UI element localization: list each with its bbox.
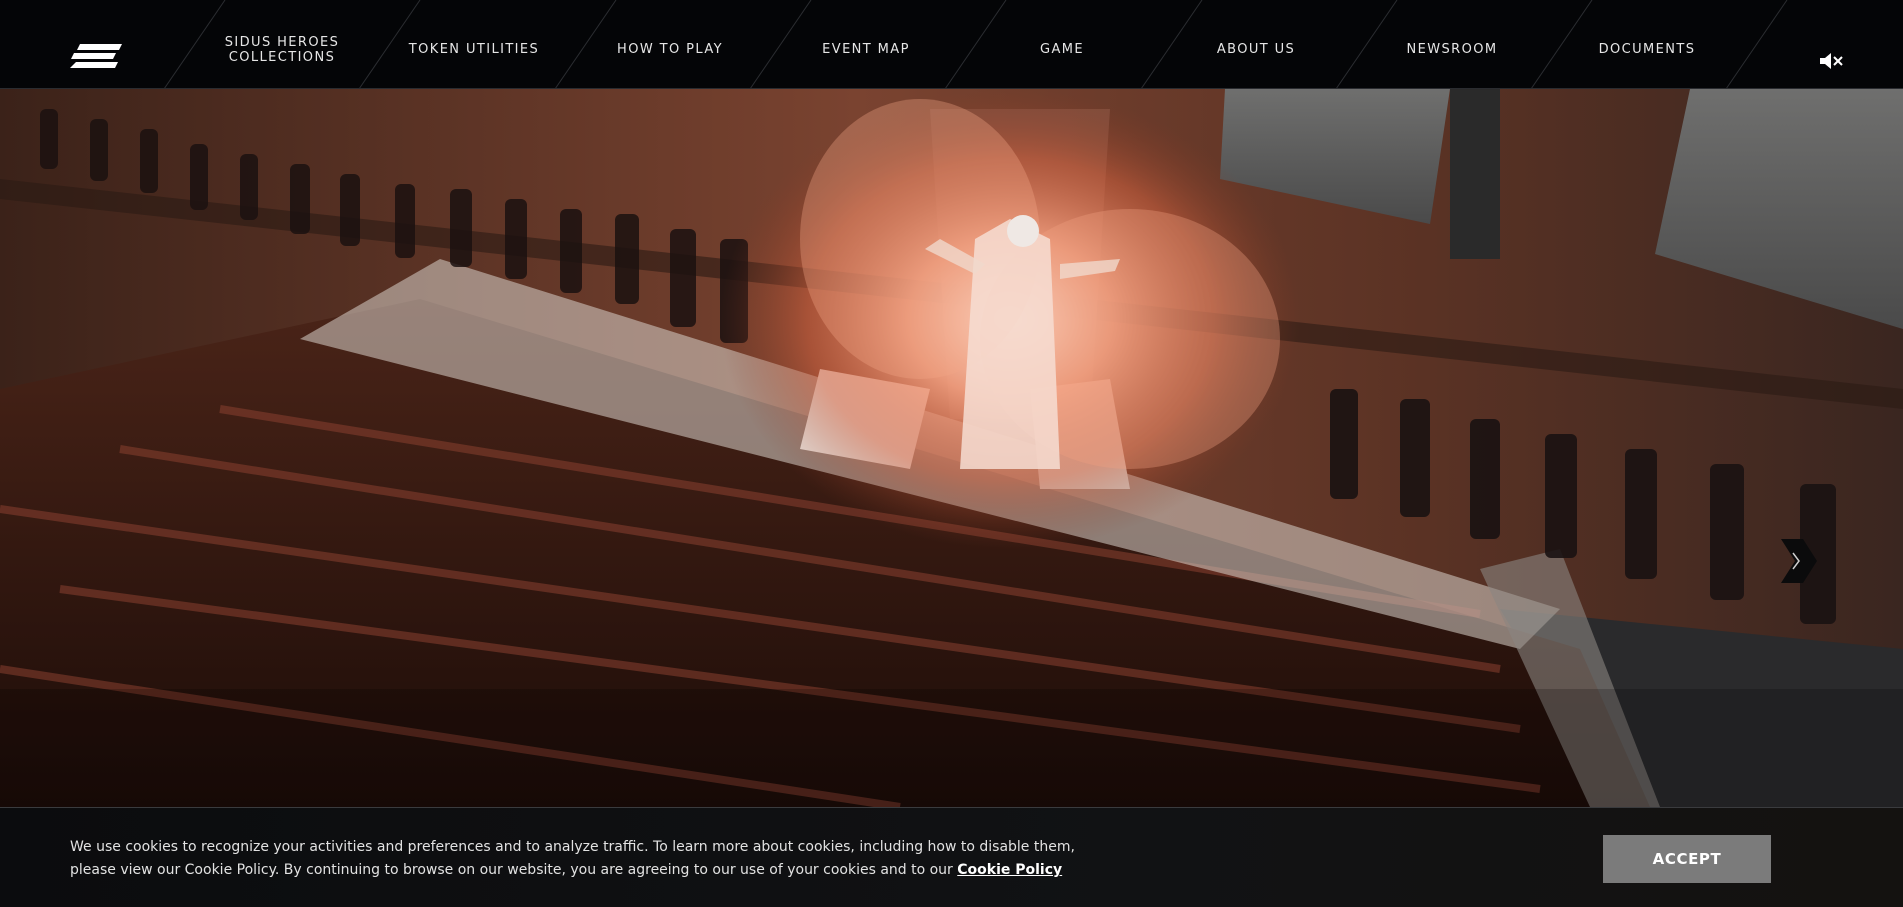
nav-sidus-heroes-collections[interactable]: SIDUS HEROES COLLECTIONS bbox=[196, 0, 368, 89]
nav-token-utilities[interactable]: TOKEN UTILITIES bbox=[389, 0, 559, 89]
site-header: SIDUS HEROES COLLECTIONS TOKEN UTILITIES… bbox=[0, 0, 1903, 89]
nav-how-to-play[interactable]: HOW TO PLAY bbox=[585, 0, 755, 89]
hero-scene-image bbox=[0, 89, 1903, 807]
cookie-policy-link[interactable]: Cookie Policy bbox=[957, 862, 1062, 878]
nav-label: EVENT MAP bbox=[822, 42, 910, 57]
nav-about-us[interactable]: ABOUT US bbox=[1171, 0, 1341, 89]
nav-label: GAME bbox=[1040, 42, 1084, 57]
site-logo[interactable] bbox=[70, 44, 122, 68]
nav-label: ABOUT US bbox=[1216, 42, 1296, 57]
nav-documents[interactable]: DOCUMENTS bbox=[1562, 0, 1732, 89]
nav-label: SIDUS HEROES COLLECTIONS bbox=[224, 34, 340, 65]
cookie-banner: We use cookies to recognize your activit… bbox=[0, 807, 1903, 907]
nav-label: TOKEN UTILITIES bbox=[408, 42, 540, 57]
nav-label: DOCUMENTS bbox=[1598, 42, 1696, 57]
cookie-notice-text: We use cookies to recognize your activit… bbox=[70, 836, 1120, 882]
nav-label: NEWSROOM bbox=[1406, 42, 1498, 57]
speaker-muted-icon[interactable] bbox=[1818, 50, 1844, 72]
cookie-message: We use cookies to recognize your activit… bbox=[70, 839, 1075, 878]
nav-event-map[interactable]: EVENT MAP bbox=[781, 0, 951, 89]
nav-newsroom[interactable]: NEWSROOM bbox=[1367, 0, 1537, 89]
accept-cookies-button[interactable]: ACCEPT bbox=[1603, 835, 1771, 883]
hero-video bbox=[0, 89, 1903, 807]
nav-label: HOW TO PLAY bbox=[617, 42, 723, 57]
chevron-right-icon[interactable] bbox=[1773, 539, 1817, 583]
nav-game[interactable]: GAME bbox=[977, 0, 1147, 89]
